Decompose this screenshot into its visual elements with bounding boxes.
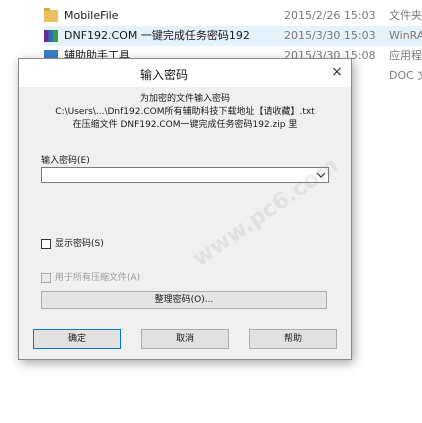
dialog-titlebar[interactable]: 输入密码 × xyxy=(19,59,351,87)
file-name: DNF192.COM 一键完成任务密码192 xyxy=(64,29,250,42)
show-password-checkbox[interactable] xyxy=(41,239,51,249)
use-for-all-archives-checkbox xyxy=(41,273,51,283)
file-row-selected[interactable]: DNF192.COM 一键完成任务密码192 2015/3/30 15:03 W… xyxy=(44,26,422,46)
file-type: WinRAR xyxy=(389,29,422,42)
file-type: 文件夹 xyxy=(389,9,422,22)
ok-button[interactable]: 确定 xyxy=(33,329,121,349)
file-date: 2015/3/30 15:03 xyxy=(284,29,376,42)
cancel-button[interactable]: 取消 xyxy=(141,329,229,349)
use-for-all-archives-label: 用于所有压缩文件(A) xyxy=(55,273,141,283)
close-icon: × xyxy=(331,64,343,80)
chevron-down-icon[interactable] xyxy=(316,170,326,180)
file-type: 应用程序 xyxy=(389,49,422,62)
close-button[interactable]: × xyxy=(327,63,347,81)
organize-passwords-button[interactable]: 整理密码(O)... xyxy=(41,291,327,309)
dialog-title: 输入密码 xyxy=(139,68,188,82)
file-row[interactable]: MobileFile 2015/2/26 15:03 文件夹 xyxy=(44,6,422,26)
show-password-label: 显示密码(S) xyxy=(55,239,104,249)
password-label: 输入密码(E) xyxy=(41,156,90,166)
password-combobox[interactable] xyxy=(41,167,329,183)
info-archive-name: 在压缩文件 DNF192.COM一键完成任务密码192.zip 里 xyxy=(72,120,298,130)
file-type: DOC 文 xyxy=(389,69,422,82)
file-name: MobileFile xyxy=(64,9,119,22)
info-prompt: 为加密的文件输入密码 xyxy=(139,94,230,104)
screen-root: MobileFile 2015/2/26 15:03 文件夹 DNF192.CO… xyxy=(0,0,422,423)
password-input[interactable] xyxy=(44,169,306,181)
encrypted-file-info: 为加密的文件输入密码 C:\Users\...\Dnf192.COM所有辅助科技… xyxy=(27,93,343,132)
info-file-path: C:\Users\...\Dnf192.COM所有辅助科技下载地址【请收藏】.t… xyxy=(55,107,315,117)
help-button[interactable]: 帮助 xyxy=(249,329,337,349)
enter-password-dialog: 输入密码 × 为加密的文件输入密码 C:\Users\...\Dnf192.CO… xyxy=(18,58,352,360)
file-date: 2015/2/26 15:03 xyxy=(284,9,376,22)
rar-archive-icon xyxy=(44,30,58,42)
folder-icon xyxy=(44,8,58,22)
